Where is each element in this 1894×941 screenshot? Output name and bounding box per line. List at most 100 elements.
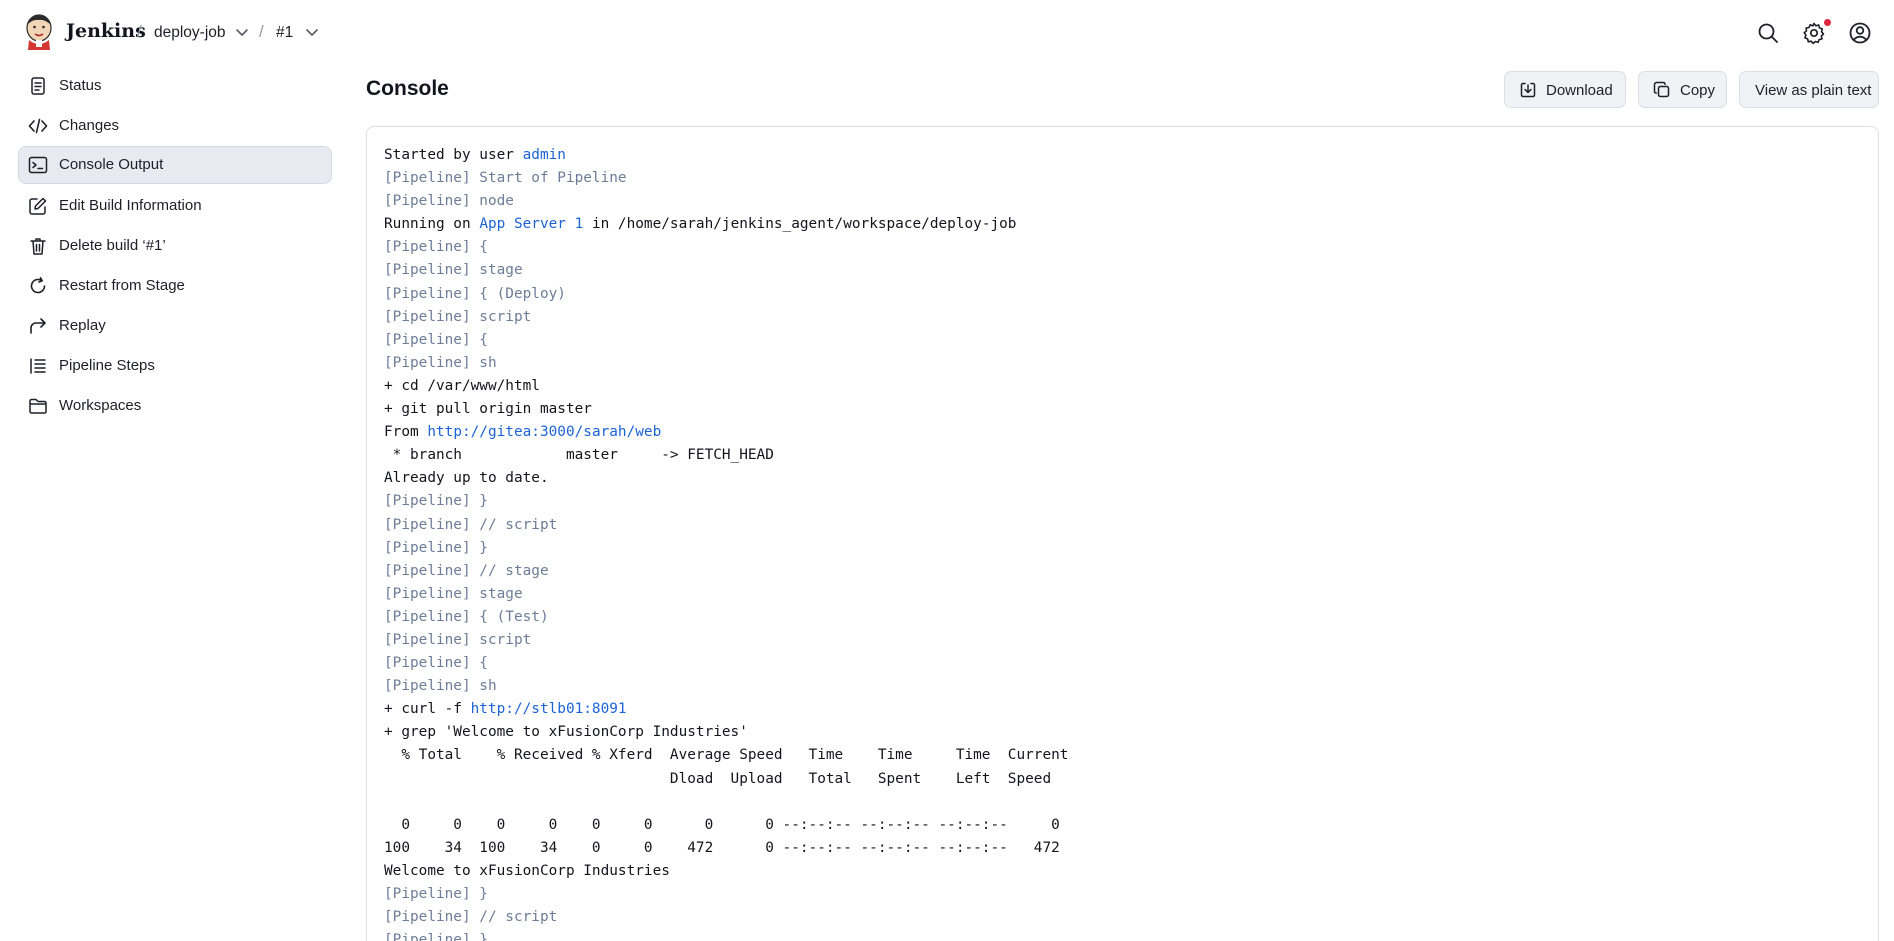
console-pipeline-line: [Pipeline] {	[384, 329, 1068, 352]
console-text: Started by user	[384, 147, 523, 163]
console-text: [Pipeline] script	[384, 631, 532, 648]
app-title[interactable]: Jenkins	[66, 20, 146, 42]
console-text: + git pull origin master	[384, 401, 592, 418]
breadcrumb-separator: /	[137, 22, 142, 41]
console-line: * branch master -> FETCH_HEAD	[384, 444, 1068, 467]
code-icon	[28, 118, 48, 134]
console-pipeline-line: [Pipeline] }	[384, 929, 1068, 941]
console-text: [Pipeline] script	[384, 308, 532, 325]
chevron-down-icon[interactable]	[233, 23, 251, 41]
console-line: Running on App Server 1 in /home/sarah/j…	[384, 213, 1068, 236]
sidebar-item-changes[interactable]: Changes	[18, 107, 332, 145]
folder-icon	[29, 398, 47, 414]
console-text: [Pipeline] sh	[384, 678, 497, 695]
console-pipeline-line: [Pipeline] node	[384, 190, 1068, 213]
console-text: % Total % Received % Xferd Average Speed…	[384, 747, 1069, 764]
console-pipeline-line: [Pipeline] // script	[384, 514, 1068, 537]
console-text: Running on	[384, 216, 480, 233]
sidebar-item-workspaces[interactable]: Workspaces	[18, 387, 332, 425]
console-pipeline-line: [Pipeline] // stage	[384, 560, 1068, 583]
console-line: 100 34 100 34 0 0 472 0 --:--:-- --:--:-…	[384, 837, 1068, 860]
sidebar-item-label: Restart from Stage	[59, 277, 185, 294]
console-line: From http://gitea:3000/sarah/web	[384, 421, 1068, 444]
console-line: Already up to date.	[384, 467, 1068, 490]
console-text: 0 0 0 0 0 0 0 0 --:--:-- --:--:-- --:--:…	[384, 816, 1060, 833]
copy-button-label: Copy	[1680, 82, 1716, 99]
console-pipeline-line: [Pipeline] script	[384, 629, 1068, 652]
console-text: Already up to date.	[384, 470, 549, 487]
console-text: in /home/sarah/jenkins_agent/workspace/d…	[583, 216, 1017, 233]
console-pipeline-line: [Pipeline] script	[384, 306, 1068, 329]
copy-icon	[1653, 81, 1670, 98]
sidebar-item-label: Changes	[59, 117, 120, 134]
console-text: [Pipeline] stage	[384, 585, 523, 602]
console-pipeline-line: [Pipeline] {	[384, 236, 1068, 259]
user-account-icon[interactable]	[1848, 21, 1872, 45]
console-pipeline-line: [Pipeline] sh	[384, 352, 1068, 375]
download-button[interactable]: Download	[1504, 71, 1626, 108]
gear-icon[interactable]	[1802, 21, 1826, 45]
console-pipeline-line: [Pipeline] stage	[384, 259, 1068, 282]
console-pipeline-line: [Pipeline] {	[384, 652, 1068, 675]
breadcrumb-separator: /	[259, 22, 264, 41]
sidebar-item-replay[interactable]: Replay	[18, 307, 332, 345]
sidebar-item-label: Pipeline Steps	[59, 357, 155, 374]
console-link[interactable]: http://stlb01:8091	[471, 701, 627, 717]
console-text: [Pipeline] node	[384, 193, 514, 210]
trash-icon	[30, 238, 46, 255]
top-header: Jenkins / deploy-job / #1	[0, 0, 1894, 66]
sidebar-item-restart-from-stage[interactable]: Restart from Stage	[18, 267, 332, 305]
jenkins-logo-icon[interactable]	[24, 14, 54, 50]
console-output[interactable]: Started by user admin [Pipeline] Start of…	[366, 126, 1879, 941]
sidebar-item-label: Replay	[59, 317, 106, 334]
download-icon	[1520, 82, 1536, 98]
console-text: 100 34 100 34 0 0 472 0 --:--:-- --:--:-…	[384, 839, 1060, 856]
console-pipeline-line: [Pipeline] Start of Pipeline	[384, 167, 1068, 190]
console-pipeline-line: [Pipeline] }	[384, 537, 1068, 560]
console-text: [Pipeline] }	[384, 932, 488, 941]
sidebar-item-label: Console Output	[59, 156, 164, 173]
view-as-plain-text-button[interactable]: View as plain text	[1739, 71, 1879, 108]
console-text: Welcome to xFusionCorp Industries	[384, 862, 670, 879]
sidebar-item-label: Workspaces	[59, 397, 142, 414]
notification-dot	[1824, 19, 1831, 26]
search-icon[interactable]	[1756, 21, 1780, 45]
console-text: [Pipeline] stage	[384, 262, 523, 279]
console-text: From	[384, 424, 428, 441]
console-text: [Pipeline] Start of Pipeline	[384, 170, 627, 187]
console-line: Dload Upload Total Spent Left Speed	[384, 768, 1068, 791]
console-pipeline-line: [Pipeline] { (Test)	[384, 606, 1068, 629]
console-text: [Pipeline] }	[384, 493, 488, 510]
console-link[interactable]: App Server 1	[479, 216, 583, 232]
sidebar-item-label: Edit Build Information	[59, 197, 202, 214]
breadcrumb-job[interactable]: deploy-job	[154, 24, 226, 42]
console-line: + curl -f http://stlb01:8091	[384, 698, 1068, 721]
console-pipeline-line: [Pipeline] }	[384, 883, 1068, 906]
console-line: 0 0 0 0 0 0 0 0 --:--:-- --:--:-- --:--:…	[384, 814, 1068, 837]
console-link[interactable]: admin	[523, 147, 566, 163]
console-line: + grep 'Welcome to xFusionCorp Industrie…	[384, 721, 1068, 744]
list-icon	[30, 358, 46, 374]
sidebar-item-edit-build-information[interactable]: Edit Build Information	[18, 187, 332, 225]
sidebar-item-console-output[interactable]: Console Output	[18, 146, 332, 184]
status-icon	[31, 77, 45, 95]
sidebar-item-delete-build[interactable]: Delete build ‘#1’	[18, 227, 332, 265]
console-line: + cd /var/www/html	[384, 375, 1068, 398]
console-link[interactable]: http://gitea:3000/sarah/web	[427, 424, 661, 440]
breadcrumb-build[interactable]: #1	[276, 24, 293, 42]
console-text: [Pipeline] // stage	[384, 562, 549, 579]
console-pipeline-line: [Pipeline] { (Deploy)	[384, 283, 1068, 306]
console-text: [Pipeline] }	[384, 539, 488, 556]
console-text: [Pipeline] {	[384, 331, 488, 348]
sidebar-item-status[interactable]: Status	[18, 67, 332, 105]
console-text: + curl -f	[384, 701, 471, 718]
chevron-down-icon[interactable]	[303, 23, 321, 41]
download-button-label: Download	[1546, 82, 1613, 99]
console-text: + cd /var/www/html	[384, 377, 540, 394]
copy-button[interactable]: Copy	[1638, 71, 1727, 108]
sidebar-item-pipeline-steps[interactable]: Pipeline Steps	[18, 347, 332, 385]
console-text: [Pipeline] {	[384, 655, 488, 672]
console-line: Welcome to xFusionCorp Industries	[384, 860, 1068, 883]
console-line: + git pull origin master	[384, 398, 1068, 421]
